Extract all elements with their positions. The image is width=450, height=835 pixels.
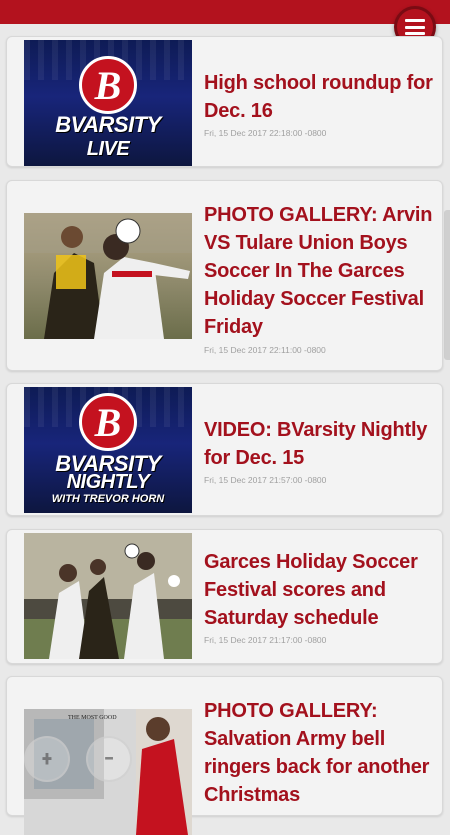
article-date: Fri, 15 Dec 2017 21:57:00 -0800	[204, 475, 327, 485]
soccer-photo-thumbnail	[24, 213, 192, 339]
article-title[interactable]: PHOTO GALLERY: Salvation Army bell ringe…	[204, 697, 434, 809]
article-title[interactable]: PHOTO GALLERY: Arvin VS Tulare Union Boy…	[204, 201, 434, 341]
article-title[interactable]: VIDEO: BVarsity Nightly for Dec. 15	[204, 416, 434, 472]
zoom-out-icon: −	[103, 746, 115, 772]
zoom-in-button[interactable]: +	[24, 736, 70, 782]
soccer-action-image	[24, 533, 192, 659]
soccer-festival-thumbnail	[24, 533, 192, 659]
soccer-players-image	[24, 213, 192, 339]
article-card[interactable]: B BVARSITY LIVE High school roundup for …	[6, 36, 443, 167]
bvarsity-live-thumbnail: B BVARSITY LIVE	[24, 40, 192, 166]
article-card[interactable]: B BVARSITY NIGHTLY WITH TREVOR HORN VIDE…	[6, 383, 443, 516]
article-date: Fri, 15 Dec 2017 22:11:00 -0800	[204, 345, 326, 355]
article-title[interactable]: Garces Holiday Soccer Festival scores an…	[204, 548, 434, 632]
article-card[interactable]: THE MOST GOOD PHOTO GALLERY: Salvation A…	[6, 676, 443, 835]
article-title[interactable]: High school roundup for Dec. 16	[204, 69, 434, 125]
thumbnail-sign-text: THE MOST GOOD	[68, 715, 117, 721]
bvarsity-nightly-thumbnail: B BVARSITY NIGHTLY WITH TREVOR HORN	[24, 387, 192, 513]
top-app-bar	[0, 0, 450, 24]
article-card[interactable]: PHOTO GALLERY: Arvin VS Tulare Union Boy…	[6, 180, 443, 371]
hamburger-menu-icon	[405, 19, 425, 35]
scroll-indicator[interactable]	[444, 210, 450, 360]
article-date: Fri, 15 Dec 2017 22:18:00 -0800	[204, 128, 327, 138]
article-card[interactable]: Garces Holiday Soccer Festival scores an…	[6, 529, 443, 664]
zoom-out-button[interactable]: −	[86, 736, 132, 782]
bvarsity-logo-icon: B	[79, 393, 137, 451]
zoom-in-icon: +	[41, 746, 53, 772]
article-date: Fri, 15 Dec 2017 21:17:00 -0800	[204, 635, 327, 645]
bvarsity-logo-icon: B	[79, 56, 137, 114]
